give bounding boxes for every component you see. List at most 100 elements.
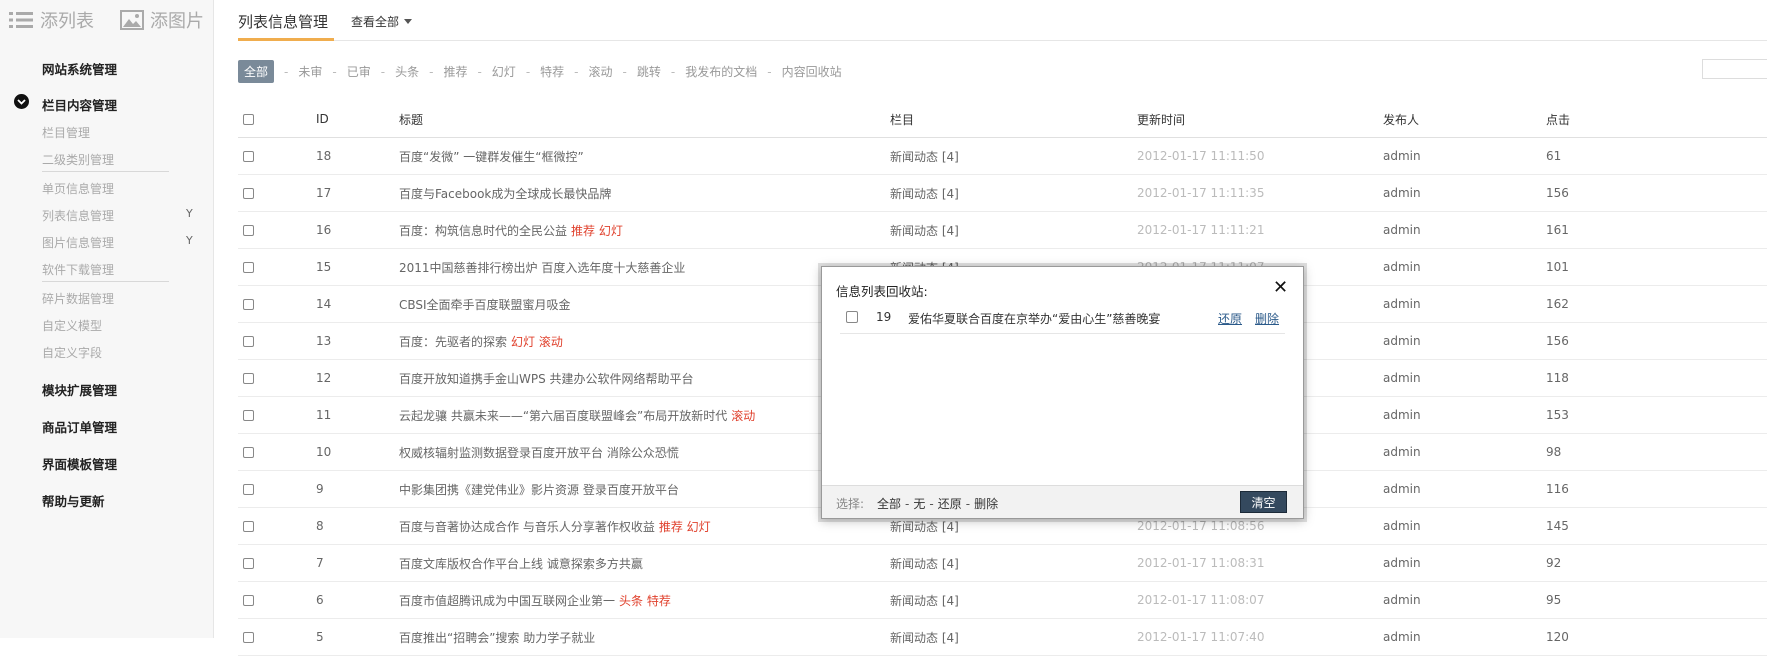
dialog-footer: 选择: 全部 - 无 - 还原 - 删除 清空: [822, 485, 1303, 518]
filter-separator: -: [622, 64, 627, 79]
row-title[interactable]: 百度与Facebook成为全球成长最快品牌: [399, 187, 611, 201]
sidebar-item-custom-field[interactable]: 自定义字段: [42, 344, 102, 361]
filter-item[interactable]: 内容回收站: [782, 63, 842, 80]
sidebar-item-image-info[interactable]: 图片信息管理 Y: [42, 234, 193, 251]
row-title[interactable]: 百度：构筑信息时代的全民公益: [399, 224, 567, 238]
clear-button[interactable]: 清空: [1240, 491, 1287, 513]
filter-item[interactable]: 滚动: [589, 63, 613, 80]
search-input[interactable]: [1702, 59, 1767, 79]
row-title[interactable]: 百度与音著协达成合作 与音乐人分享著作权收益: [399, 520, 655, 534]
filter-item[interactable]: 我发布的文档: [685, 63, 757, 80]
sidebar-item-column-manage[interactable]: 栏目管理: [42, 124, 90, 141]
col-header-time[interactable]: 更新时间: [1137, 101, 1383, 138]
col-header-title[interactable]: 标题: [399, 101, 890, 138]
col-header-column[interactable]: 栏目: [890, 101, 1137, 138]
row-author: admin: [1383, 174, 1546, 212]
row-title[interactable]: 中影集团携《建党伟业》影片资源 登录百度开放平台: [399, 483, 679, 497]
row-checkbox[interactable]: [243, 484, 254, 495]
restore-selected-link[interactable]: 还原: [938, 497, 962, 511]
row-title-cell: 百度：构筑信息时代的全民公益 推荐 幻灯: [399, 211, 890, 249]
row-title-cell: 百度文库版权合作平台上线 诚意探索多方共赢: [399, 544, 890, 582]
view-all-dropdown[interactable]: 查看全部: [351, 13, 413, 30]
row-title-cell: 百度“发微” 一键群发催生“框微控”: [399, 137, 890, 175]
col-header-author[interactable]: 发布人: [1383, 101, 1546, 138]
menu-group-system[interactable]: 网站系统管理: [42, 59, 117, 78]
filter-item[interactable]: 幻灯: [492, 63, 516, 80]
sidebar-item-category-manage[interactable]: 二级类别管理: [42, 151, 114, 168]
add-list-label: 添列表: [40, 11, 94, 32]
row-title[interactable]: 百度“发微” 一键群发催生“框微控”: [399, 150, 584, 164]
col-header-id[interactable]: ID: [316, 101, 399, 138]
row-checkbox[interactable]: [243, 373, 254, 384]
add-list-button[interactable]: 添列表: [8, 7, 94, 33]
row-checkbox[interactable]: [243, 521, 254, 532]
row-checkbox[interactable]: [243, 151, 254, 162]
row-checkbox[interactable]: [243, 558, 254, 569]
table-row[interactable]: 5 百度推出“招聘会”搜索 助力学子就业 新闻动态 [4] 2012-01-17 11…: [238, 618, 1767, 656]
row-checkbox[interactable]: [243, 447, 254, 458]
sidebar-item-custom-model[interactable]: 自定义模型: [42, 317, 102, 334]
select-none-link[interactable]: 无: [913, 497, 925, 511]
row-author: admin: [1383, 322, 1546, 360]
filter-item[interactable]: 推荐: [443, 63, 467, 80]
filter-item[interactable]: 头条: [395, 63, 419, 80]
filter-item[interactable]: 已审: [347, 63, 371, 80]
filter-item[interactable]: 未审: [298, 63, 322, 80]
select-all-link[interactable]: 全部: [877, 497, 901, 511]
row-tags: 幻灯 滚动: [511, 334, 563, 349]
filter-item[interactable]: 特荐: [540, 63, 564, 80]
row-title[interactable]: 云起龙骧 共赢未来——“第六届百度联盟峰会”布局开放新时代: [399, 409, 727, 423]
menu-group-module[interactable]: 模块扩展管理: [42, 380, 117, 399]
row-title[interactable]: 权威核辐射监测数据登录百度开放平台 消除公众恐慌: [399, 446, 679, 460]
row-clicks: 61: [1546, 137, 1767, 175]
filter-separator: -: [477, 64, 482, 79]
row-title[interactable]: 百度市值超腾讯成为中国互联网企业第一: [399, 594, 615, 608]
table-row[interactable]: 17 百度与Facebook成为全球成长最快品牌 新闻动态 [4] 2012-01-1…: [238, 174, 1767, 212]
row-checkbox[interactable]: [243, 262, 254, 273]
table-row[interactable]: 18 百度“发微” 一键群发催生“框微控” 新闻动态 [4] 2012-01-17 1…: [238, 137, 1767, 175]
sidebar-item-single-page[interactable]: 单页信息管理: [42, 180, 114, 197]
dialog-title: 信息列表回收站:: [836, 284, 928, 299]
sidebar-item-list-info[interactable]: 列表信息管理 Y: [42, 207, 193, 224]
row-author: admin: [1383, 470, 1546, 508]
table-row[interactable]: 6 百度市值超腾讯成为中国互联网企业第一 头条 特荐 新闻动态 [4] 2012-01-…: [238, 581, 1767, 619]
menu-group-template[interactable]: 界面模板管理: [42, 454, 117, 473]
sidebar-item-fragment-data[interactable]: 碎片数据管理: [42, 290, 114, 307]
row-clicks: 145: [1546, 507, 1767, 545]
filter-separator: -: [574, 64, 579, 79]
row-title[interactable]: 百度文库版权合作平台上线 诚意探索多方共赢: [399, 557, 643, 571]
table-row[interactable]: 7 百度文库版权合作平台上线 诚意探索多方共赢 新闻动态 [4] 2012-01-17…: [238, 544, 1767, 582]
delete-selected-link[interactable]: 删除: [974, 497, 998, 511]
col-header-clicks[interactable]: 点击: [1546, 101, 1767, 138]
table-row[interactable]: 16 百度：构筑信息时代的全民公益 推荐 幻灯 新闻动态 [4] 2012-01-17 …: [238, 211, 1767, 249]
delete-link[interactable]: 删除: [1255, 310, 1279, 327]
recycle-item-checkbox[interactable]: [846, 311, 858, 323]
row-checkbox[interactable]: [243, 225, 254, 236]
row-id: 10: [316, 433, 399, 471]
row-time: 2012-01-17 11:11:50: [1137, 137, 1383, 175]
table-header-row: ID 标题 栏目 更新时间 发布人 点击: [238, 101, 1767, 138]
row-checkbox[interactable]: [243, 299, 254, 310]
menu-group-help[interactable]: 帮助与更新: [42, 491, 105, 510]
row-checkbox[interactable]: [243, 188, 254, 199]
row-author: admin: [1383, 137, 1546, 175]
row-checkbox[interactable]: [243, 595, 254, 606]
row-column: 新闻动态 [4]: [890, 137, 1137, 175]
filter-item[interactable]: 跳转: [637, 63, 661, 80]
row-title[interactable]: CBSI全面牵手百度联盟蜜月吸金: [399, 298, 571, 312]
row-title[interactable]: 百度：先驱者的探索: [399, 335, 507, 349]
menu-group-orders[interactable]: 商品订单管理: [42, 417, 117, 436]
select-all-checkbox[interactable]: [243, 114, 254, 125]
sidebar-item-software-download[interactable]: 软件下载管理: [42, 261, 114, 278]
menu-group-content[interactable]: 栏目内容管理: [14, 94, 117, 114]
row-title[interactable]: 2011中国慈善排行榜出炉 百度入选年度十大慈善企业: [399, 261, 685, 275]
add-image-button[interactable]: 添图片: [120, 7, 204, 33]
row-checkbox[interactable]: [243, 336, 254, 347]
restore-link[interactable]: 还原: [1218, 310, 1242, 327]
row-checkbox[interactable]: [243, 410, 254, 421]
filter-item[interactable]: 全部: [238, 60, 275, 83]
row-title[interactable]: 百度开放知道携手金山WPS 共建办公软件网络帮助平台: [399, 372, 694, 386]
close-icon[interactable]: ✕: [1273, 277, 1288, 298]
row-id: 18: [316, 137, 399, 175]
caret-down-icon: [404, 19, 413, 24]
